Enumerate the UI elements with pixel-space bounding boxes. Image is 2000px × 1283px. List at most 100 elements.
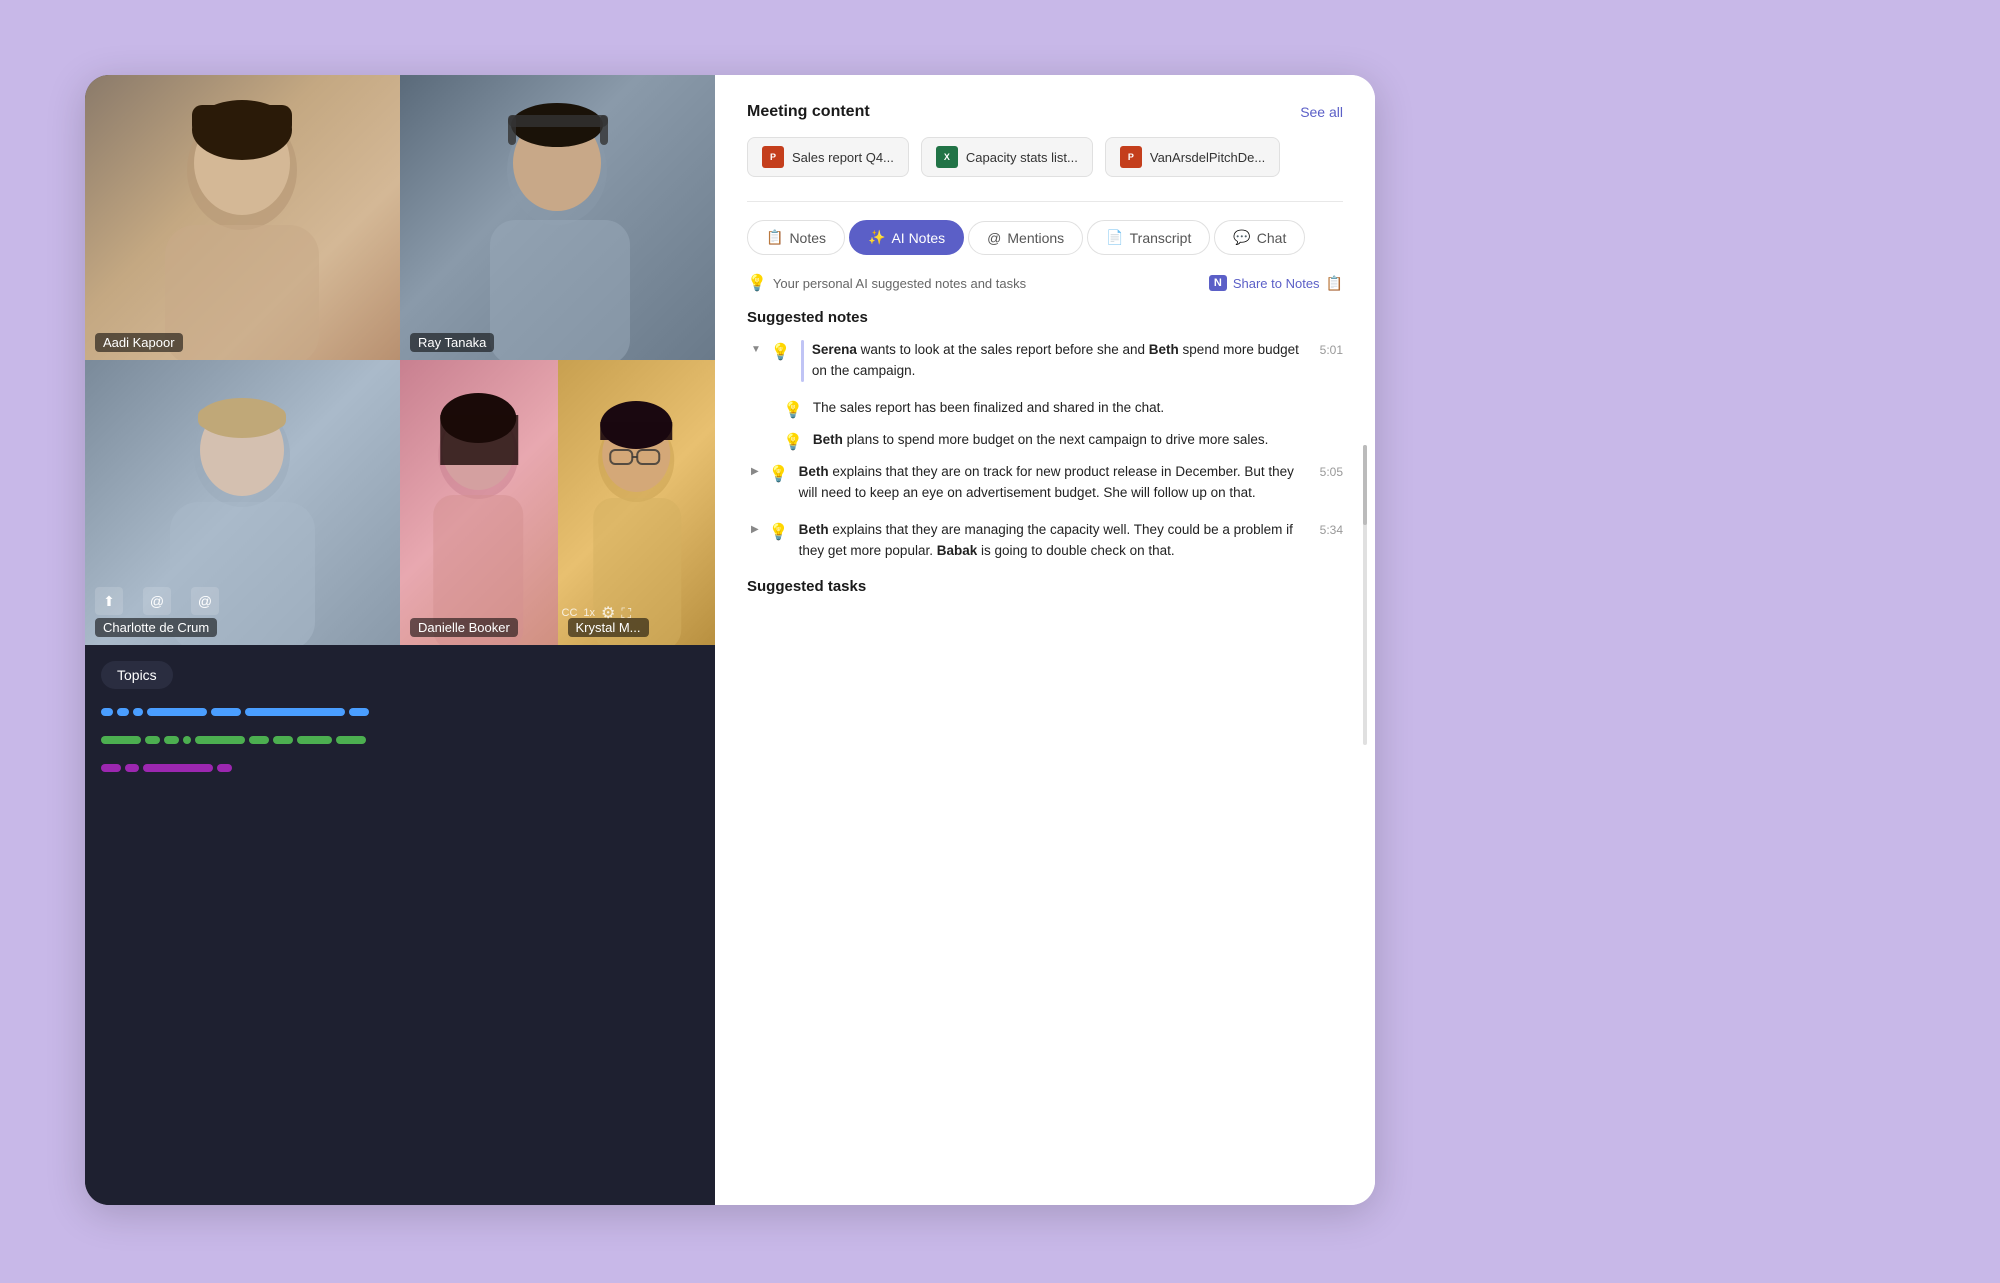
ai-notes-hint-text: Your personal AI suggested notes and tas… [773,276,1026,291]
tab-ai-notes[interactable]: ✨ AI Notes [849,220,964,255]
tab-notes-label: Notes [789,230,826,246]
speed-label: 1x [583,607,595,619]
tab-chat-label: Chat [1257,230,1287,246]
upload-icon[interactable]: ⬆ [95,587,123,615]
file-name-0: Sales report Q4... [792,150,894,165]
wave-segment [349,708,369,716]
wave-segment [249,736,269,744]
bulb-icon-1: 💡 [771,342,791,362]
tab-mentions-label: Mentions [1007,230,1064,246]
note-time-3: 5:34 [1320,523,1343,537]
participant-name-ray: Ray Tanaka [410,333,494,352]
scrollbar-thumb[interactable] [1363,445,1367,525]
bulb-icon-2: 💡 [769,464,789,484]
file-icon-xls-1: X [936,146,958,168]
tab-chat[interactable]: 💬 Chat [1214,220,1305,255]
settings-icon[interactable]: ⚙ [601,603,615,623]
wave-segment [336,736,366,744]
wave-segment [273,736,293,744]
files-row: P Sales report Q4... X Capacity stats li… [747,137,1343,177]
ai-notes-hint: 💡 Your personal AI suggested notes and t… [747,273,1026,293]
wave-segment [145,736,160,744]
note-text-1-1: The sales report has been finalized and … [813,398,1343,419]
file-icon-ppt-0: P [762,146,784,168]
expand-icon-3[interactable]: ▶ [751,524,759,535]
content-panel: Meeting content See all P Sales report Q… [715,75,1375,1205]
expand-icon-2[interactable]: ▶ [751,466,759,477]
file-chip-0[interactable]: P Sales report Q4... [747,137,909,177]
video-grid: Aadi Kapoor Ray Tanaka [85,75,715,645]
tab-mentions[interactable]: @ Mentions [968,221,1083,255]
expand-icon-1[interactable]: ▼ [751,344,761,355]
note-group-1: ▼ 💡 Serena wants to look at the sales re… [747,340,1343,452]
video-tile-charlotte[interactable]: Charlotte de Crum ⬆ @ @ [85,360,400,645]
waveform-row-green [101,733,699,747]
file-name-2: VanArsdelPitchDe... [1150,150,1265,165]
main-card: Aadi Kapoor Ray Tanaka [85,75,1375,1205]
bottom-controls-krystal: CC 1x ⚙ ⛶ [562,603,632,623]
file-name-1: Capacity stats list... [966,150,1078,165]
note-text-1-2: Beth plans to spend more budget on the n… [813,430,1343,451]
share-to-notes-button[interactable]: N Share to Notes 📋 [1209,275,1343,292]
note-item-3: ▶ 💡 Beth explains that they are managing… [747,520,1343,562]
share-to-notes-label: Share to Notes [1233,276,1320,291]
participant-name-danielle: Danielle Booker [410,618,518,637]
topics-bar[interactable]: Topics [101,661,173,689]
video-tile-danielle[interactable]: Danielle Booker [400,360,558,645]
note-left-border-1 [801,340,804,382]
transcript-icon: 📄 [1106,229,1123,246]
bulb-icon-hint: 💡 [747,273,767,293]
participant-silhouette-danielle [400,360,558,645]
notes-scroll[interactable]: Suggested notes ▼ 💡 Serena wants to look… [747,309,1343,1185]
video-tile-ray[interactable]: Ray Tanaka [400,75,715,360]
topics-label: Topics [117,667,157,683]
fullscreen-icon[interactable]: ⛶ [621,605,631,622]
meeting-content-title: Meeting content [747,103,870,121]
copy-icon: 📋 [1326,275,1343,292]
note-time-1: 5:01 [1320,343,1343,357]
file-chip-1[interactable]: X Capacity stats list... [921,137,1093,177]
wave-segment [195,736,245,744]
tab-notes[interactable]: 📋 Notes [747,220,845,255]
participant-silhouette-ray [400,75,715,360]
note-item-1-1: 💡 The sales report has been finalized an… [747,398,1343,420]
see-all-link[interactable]: See all [1300,104,1343,120]
waveform-row-blue [101,705,699,719]
note-item-1: ▼ 💡 Serena wants to look at the sales re… [747,340,1343,382]
at-icon-1[interactable]: @ [143,587,171,615]
wave-segment [101,764,121,772]
meeting-content-header: Meeting content See all [747,103,1343,121]
tab-transcript-label: Transcript [1130,230,1192,246]
tab-transcript[interactable]: 📄 Transcript [1087,220,1210,255]
wave-segment [117,708,129,716]
wave-segment [125,764,139,772]
waveform-row-purple [101,761,699,775]
wave-segment [297,736,332,744]
file-icon-ppt-2: P [1120,146,1142,168]
bulb-icon-3: 💡 [769,522,789,542]
tab-ai-notes-label: AI Notes [891,230,945,246]
at-icon-2[interactable]: @ [191,587,219,615]
onenote-icon: N [1209,275,1227,291]
wave-segment [101,736,141,744]
mentions-icon: @ [987,230,1001,246]
wave-segment [143,764,213,772]
video-tile-aadi[interactable]: Aadi Kapoor [85,75,400,360]
video-tile-krystal[interactable]: Krystal M... CC 1x ⚙ ⛶ [558,360,716,645]
note-time-2: 5:05 [1320,465,1343,479]
captions-icon[interactable]: CC [562,607,578,619]
wave-segment [245,708,345,716]
wave-segment [211,708,241,716]
note-item-2: ▶ 💡 Beth explains that they are on track… [747,462,1343,504]
wave-segment [147,708,207,716]
waveform-area [101,705,699,775]
video-panel: Aadi Kapoor Ray Tanaka [85,75,715,1205]
video-controls-area: Topics [85,645,715,1205]
tabs-row: 📋 Notes ✨ AI Notes @ Mentions 📄 Transcri… [747,220,1343,255]
note-text-1: Serena wants to look at the sales report… [812,342,1299,378]
file-chip-2[interactable]: P VanArsdelPitchDe... [1105,137,1280,177]
wave-segment [101,708,113,716]
suggested-tasks-title: Suggested tasks [747,578,1343,595]
wave-segment [183,736,191,744]
wave-segment [217,764,232,772]
